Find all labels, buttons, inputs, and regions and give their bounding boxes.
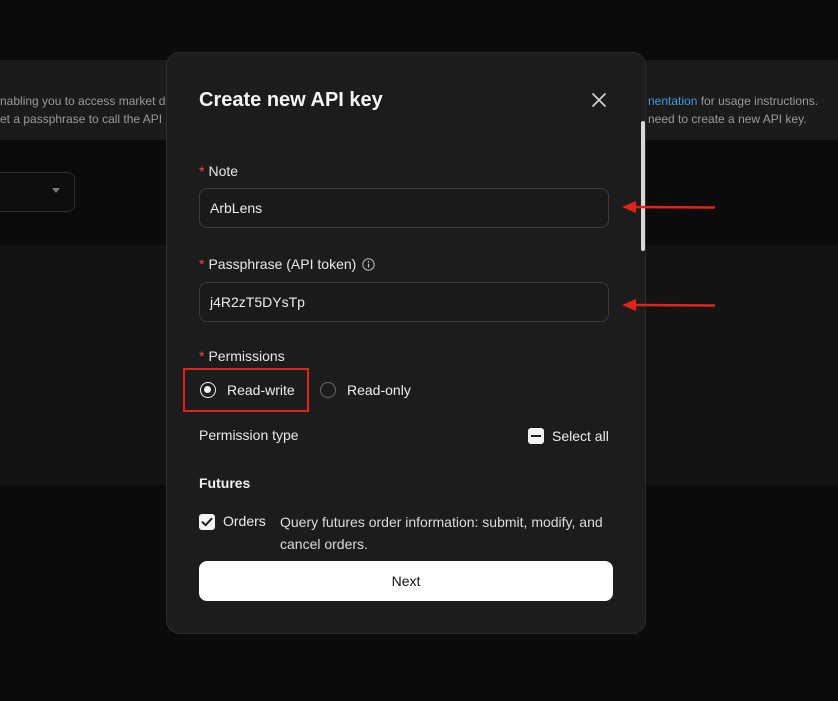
radio-selected-icon: [200, 382, 216, 398]
page: nabling you to access market d et a pass…: [0, 0, 838, 701]
banner-line-1-left: nabling you to access market d: [0, 94, 166, 108]
permission-type-label: Permission type: [199, 427, 299, 443]
create-api-key-modal: Create new API key * Note ArbLens * Passph…: [166, 52, 646, 634]
passphrase-label: * Passphrase (API token): [199, 256, 376, 274]
orders-label: Orders: [223, 513, 266, 529]
modal-title: Create new API key: [199, 89, 383, 111]
checkmark-icon: [201, 517, 213, 527]
banner-line-1-right: nentation for usage instructions.: [648, 94, 819, 108]
futures-section-title: Futures: [199, 475, 251, 491]
banner-line-2-left: et a passphrase to call the API: [0, 112, 163, 126]
orders-description: Query futures order information: submit,…: [280, 514, 603, 552]
permissions-label: * Permissions: [199, 348, 285, 364]
arrow-left-icon: [622, 201, 716, 213]
info-icon[interactable]: [362, 258, 376, 274]
chevron-down-icon: [52, 188, 60, 193]
next-button[interactable]: Next: [199, 561, 613, 601]
banner-line-2-right: need to create a new API key.: [648, 112, 807, 126]
note-input[interactable]: ArbLens: [199, 188, 609, 228]
documentation-link[interactable]: nentation: [648, 94, 697, 108]
checkbox-indeterminate-icon: [528, 428, 544, 444]
background-dropdown[interactable]: [0, 172, 75, 212]
radio-read-only-label: Read-only: [347, 382, 411, 398]
radio-read-write[interactable]: Read-write: [200, 369, 295, 411]
close-icon[interactable]: [589, 90, 609, 110]
radio-unselected-icon: [320, 382, 336, 398]
passphrase-input[interactable]: j4R2zT5DYsTp: [199, 282, 609, 322]
scrollbar-thumb[interactable]: [641, 121, 645, 251]
radio-read-write-label: Read-write: [227, 382, 295, 398]
note-label: * Note: [199, 163, 239, 179]
select-all-label: Select all: [552, 428, 609, 444]
select-all-checkbox[interactable]: Select all: [528, 428, 609, 444]
radio-read-only[interactable]: Read-only: [320, 369, 411, 411]
orders-checkbox[interactable]: [199, 514, 215, 530]
arrow-left-icon: [622, 299, 716, 311]
